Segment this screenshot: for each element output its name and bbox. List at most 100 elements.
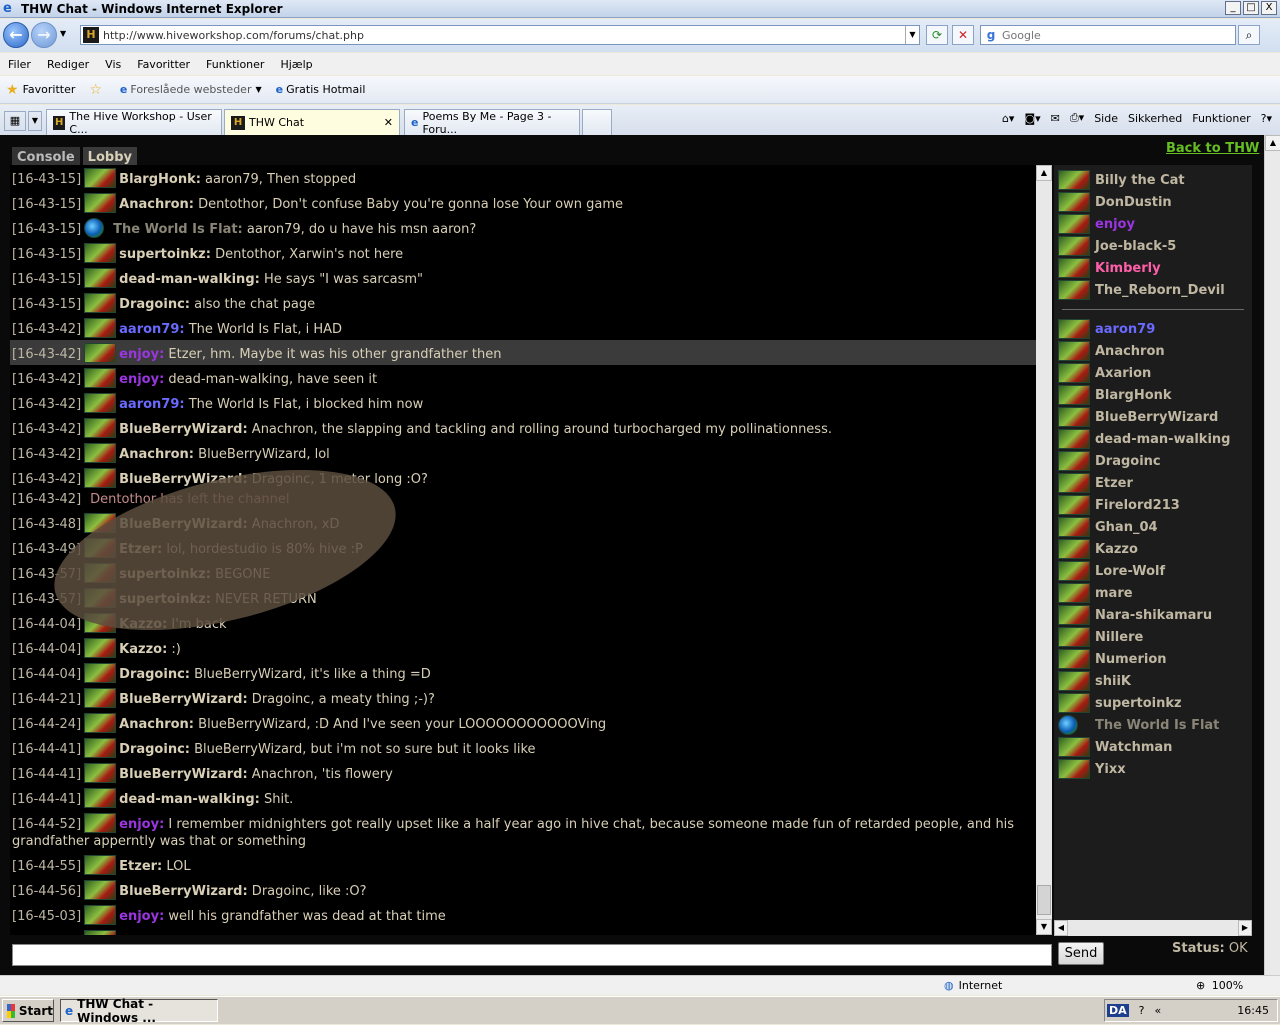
message-nick[interactable]: enjoy:	[119, 347, 164, 362]
user-list-item[interactable]: aaron79	[1054, 318, 1252, 340]
tab-list-icon[interactable]: ▼	[28, 111, 42, 131]
page-scrollbar[interactable]: ▲	[1264, 135, 1280, 975]
history-dropdown-icon[interactable]: ▼	[60, 29, 66, 38]
message-nick[interactable]: Etzer:	[119, 859, 162, 874]
user-list-item[interactable]: Dragoinc@Is Calm	[1054, 450, 1252, 472]
scroll-up-icon[interactable]: ▲	[1036, 165, 1052, 181]
user-list-item[interactable]: Nara-shikamaru	[1054, 604, 1252, 626]
message-nick[interactable]: Anachron:	[119, 447, 194, 462]
address-bar[interactable]: H http://www.hiveworkshop.com/forums/cha…	[80, 25, 920, 45]
address-url[interactable]: http://www.hiveworkshop.com/forums/chat.…	[103, 29, 364, 42]
scroll-up-icon[interactable]: ▲	[1265, 135, 1280, 151]
close-button[interactable]: X	[1261, 1, 1277, 15]
taskbar-item-thw-chat[interactable]: e THW Chat - Windows ...	[60, 997, 218, 1025]
menu-sikkerhed[interactable]: Sikkerhed	[1128, 112, 1182, 125]
message-nick[interactable]: BlueBerryWizard:	[119, 692, 248, 707]
user-list-item[interactable]: Firelord213@exam	[1054, 494, 1252, 516]
zoom-level[interactable]: ⊕ 100%	[1196, 979, 1243, 992]
message-nick[interactable]: aaron79:	[119, 322, 184, 337]
message-nick[interactable]: The World Is Flat:	[113, 222, 243, 237]
search-input[interactable]	[1002, 28, 1222, 42]
message-nick[interactable]: dead-man-walking:	[119, 792, 260, 807]
chat-scrollbar[interactable]: ▲ ▼	[1036, 165, 1052, 935]
user-list-item[interactable]: Nillere	[1054, 626, 1252, 648]
back-icon[interactable]: ←	[3, 22, 29, 48]
tab-close-icon[interactable]: ✕	[384, 116, 393, 129]
message-nick[interactable]: supertoinkz:	[119, 247, 211, 262]
user-list-item[interactable]: Watchman	[1054, 736, 1252, 758]
maximize-button[interactable]: □	[1243, 1, 1259, 15]
menu-vis[interactable]: Vis	[105, 58, 121, 71]
user-list-item[interactable]: Etzer@iCaek	[1054, 472, 1252, 494]
message-nick[interactable]: Kazzo:	[119, 642, 167, 657]
user-list-item[interactable]: BlargHonk	[1054, 384, 1252, 406]
message-nick[interactable]: BlargHonk:	[119, 172, 201, 187]
menu-rediger[interactable]: Rediger	[47, 58, 89, 71]
message-nick[interactable]: Dragoinc:	[119, 297, 190, 312]
message-nick[interactable]: enjoy:	[119, 817, 164, 832]
menu-hjaelp[interactable]: Hjælp	[280, 58, 312, 71]
start-button[interactable]: Start	[2, 999, 54, 1022]
search-box[interactable]: g	[980, 25, 1236, 45]
scroll-thumb[interactable]	[1037, 885, 1051, 915]
user-list-item[interactable]: BlueBerryWizard	[1054, 406, 1252, 428]
tab-user-cp[interactable]: H The Hive Workshop - User C...	[46, 109, 222, 136]
print-icon[interactable]: ⎙▾	[1070, 111, 1084, 125]
send-button[interactable]: Send	[1058, 942, 1104, 965]
message-nick[interactable]: Dragoinc:	[119, 667, 190, 682]
user-list-item[interactable]: The World Is Flat	[1054, 714, 1252, 736]
user-list-item[interactable]: dead-man-walking@iGra	[1054, 428, 1252, 450]
language-indicator[interactable]: DA	[1107, 1004, 1129, 1017]
user-list-item[interactable]: The_Reborn_Devil@i♥er	[1054, 279, 1252, 301]
menu-cmd-funktioner[interactable]: Funktioner	[1192, 112, 1250, 125]
user-list-item[interactable]: Anachron@iAnachron	[1054, 340, 1252, 362]
new-tab-button[interactable]	[582, 109, 612, 135]
chat-message-input[interactable]	[12, 944, 1052, 966]
scroll-left-icon[interactable]: ◀	[1054, 920, 1068, 936]
menu-favoritter[interactable]: Favoritter	[137, 58, 190, 71]
message-nick[interactable]: BlueBerryWizard:	[119, 422, 248, 437]
menu-filer[interactable]: Filer	[8, 58, 31, 71]
user-list-item[interactable]: Billy the Cat@iCat	[1054, 169, 1252, 191]
user-list-item[interactable]: Lore-Wolf	[1054, 560, 1252, 582]
message-nick[interactable]: Dragoinc:	[119, 742, 190, 757]
user-list-item[interactable]: shiiK@OHSNAP	[1054, 670, 1252, 692]
help-tray-icon[interactable]: ?	[1139, 1004, 1145, 1017]
user-list-item[interactable]: Axarion@iRulez	[1054, 362, 1252, 384]
hotmail-link[interactable]: e Gratis Hotmail	[276, 83, 366, 96]
feeds-icon[interactable]: ◙▾	[1024, 112, 1040, 125]
user-list-item[interactable]: enjoy	[1054, 213, 1252, 235]
menu-funktioner[interactable]: Funktioner	[206, 58, 264, 71]
user-list-item[interactable]: DonDustin	[1054, 191, 1252, 213]
forward-icon[interactable]: →	[31, 22, 57, 48]
user-list-item[interactable]: mare	[1054, 582, 1252, 604]
message-nick[interactable]: dead-man-walking:	[119, 272, 260, 287]
user-list-item[interactable]: Ghan_04	[1054, 516, 1252, 538]
search-icon[interactable]: ⌕	[1238, 25, 1260, 45]
favorites-button[interactable]: ★ Favoritter	[6, 82, 75, 98]
refresh-icon[interactable]: ⟳	[926, 25, 948, 45]
scroll-right-icon[interactable]: ▶	[1238, 920, 1252, 936]
user-list-item[interactable]: Numerion	[1054, 648, 1252, 670]
minimize-button[interactable]: _	[1225, 1, 1241, 15]
message-nick[interactable]: Anachron:	[119, 197, 194, 212]
user-list-item[interactable]: Joe-black-5	[1054, 235, 1252, 257]
message-nick[interactable]: Anachron:	[119, 717, 194, 732]
user-list-item[interactable]: supertoinkz@iBusy	[1054, 692, 1252, 714]
address-dropdown-icon[interactable]: ▼	[905, 26, 919, 44]
tray-expand-icon[interactable]: «	[1155, 1004, 1162, 1017]
help-icon[interactable]: ?▾	[1261, 112, 1272, 125]
mail-icon[interactable]: ✉	[1051, 112, 1060, 125]
user-list-item[interactable]: Kazzo	[1054, 538, 1252, 560]
message-nick[interactable]: Dragoinc:	[119, 934, 190, 935]
menu-side[interactable]: Side	[1094, 112, 1118, 125]
quick-tabs-icon[interactable]: ▦	[4, 111, 26, 131]
suggested-sites-link[interactable]: e Foreslåede websteder ▼	[120, 83, 262, 96]
home-icon[interactable]: ⌂▾	[1002, 112, 1015, 125]
stop-icon[interactable]: ✕	[952, 25, 974, 45]
back-to-thw-link[interactable]: Back to THW	[1166, 141, 1259, 156]
message-nick[interactable]: BlueBerryWizard:	[119, 884, 248, 899]
user-list-hscrollbar[interactable]: ◀ ▶	[1054, 920, 1252, 936]
message-nick[interactable]: aaron79:	[119, 397, 184, 412]
message-nick[interactable]: BlueBerryWizard:	[119, 767, 248, 782]
